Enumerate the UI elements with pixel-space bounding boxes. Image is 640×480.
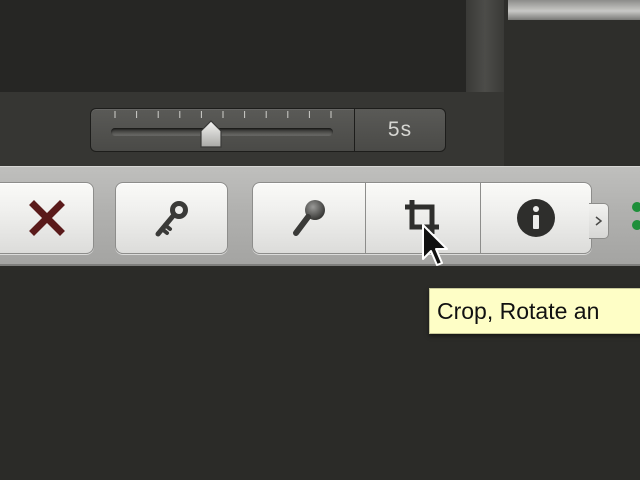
keywords-button[interactable] (115, 182, 228, 254)
panel-divider[interactable] (466, 0, 504, 92)
crop-tooltip: Crop, Rotate an (429, 288, 640, 334)
toolbar-overflow-tab[interactable] (589, 203, 609, 239)
voiceover-button[interactable] (252, 182, 365, 254)
status-indicator-icon (632, 202, 640, 230)
info-button[interactable] (480, 182, 592, 254)
clip-preview-thumbnail[interactable] (508, 0, 640, 20)
microphone-icon (293, 200, 325, 236)
clip-zoom-slider[interactable] (90, 108, 354, 152)
info-icon (517, 199, 555, 237)
toolbar (0, 166, 640, 266)
event-library-panel (0, 0, 468, 92)
chevron-right-icon (595, 216, 602, 226)
reject-button[interactable] (0, 182, 94, 254)
slider-thumb[interactable] (198, 119, 224, 149)
viewer-panel (504, 0, 640, 170)
cursor-icon (422, 224, 448, 266)
x-icon (29, 200, 65, 236)
duration-display[interactable]: 5s (354, 108, 446, 152)
key-icon (155, 201, 188, 237)
